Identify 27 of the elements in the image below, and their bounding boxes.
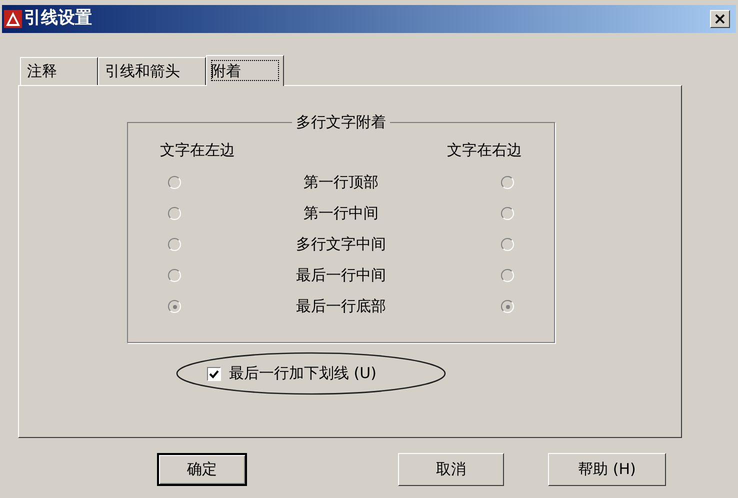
window-title: 引线设置 xyxy=(24,7,92,30)
option-label: 多行文字中间 xyxy=(295,234,387,256)
option-label: 第一行顶部 xyxy=(302,172,380,194)
option-label: 最后一行底部 xyxy=(295,296,387,318)
radio-button[interactable] xyxy=(501,300,514,313)
group-title: 多行文字附着 xyxy=(295,112,387,133)
column-heading: 文字在左边 xyxy=(160,140,235,160)
checkbox[interactable] xyxy=(207,366,221,380)
dialog-button[interactable]: 取消 xyxy=(398,453,504,486)
radio-button[interactable] xyxy=(168,176,181,189)
radio-button[interactable] xyxy=(501,269,514,282)
radio-button[interactable] xyxy=(501,238,514,251)
dialog-button[interactable]: 确定 xyxy=(157,453,247,486)
radio-button[interactable] xyxy=(168,207,181,220)
dialog-button[interactable]: 帮助 (H) xyxy=(548,453,666,486)
option-label: 最后一行中间 xyxy=(295,265,387,286)
radio-button[interactable] xyxy=(168,238,181,251)
tab[interactable]: 附着 xyxy=(206,55,284,86)
option-label: 第一行中间 xyxy=(302,203,380,224)
tab[interactable]: 注释 xyxy=(20,57,98,85)
radio-button[interactable] xyxy=(501,176,514,189)
radio-button[interactable] xyxy=(168,269,181,282)
triangle-logo-icon xyxy=(4,10,22,28)
radio-button[interactable] xyxy=(501,207,514,220)
column-heading: 文字在右边 xyxy=(447,140,522,160)
radio-button[interactable] xyxy=(168,300,181,313)
close-button[interactable]: × xyxy=(710,10,730,28)
